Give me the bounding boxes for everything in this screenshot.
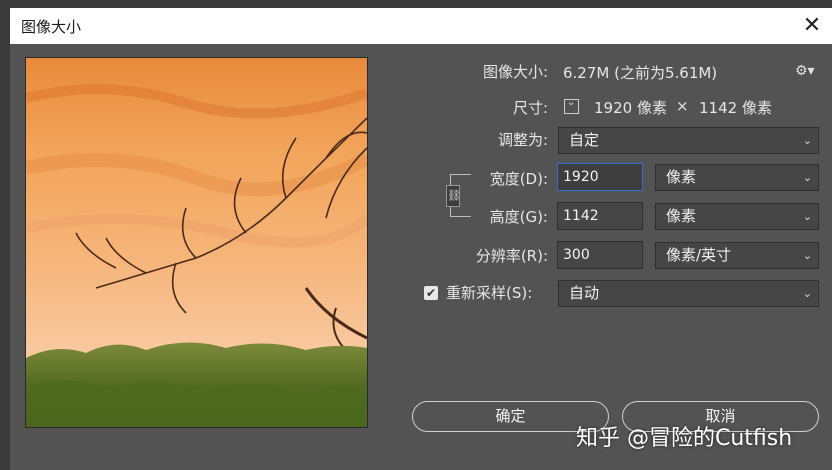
dimensions-height: 1142 像素 <box>699 99 772 117</box>
width-unit-value: 像素 <box>666 168 697 186</box>
height-label: 高度(G): <box>489 208 548 226</box>
chevron-down-icon: ⌄ <box>802 249 812 262</box>
chevron-down-icon: ⌄ <box>802 210 812 223</box>
watermark: 知乎 @冒险的Cutfish <box>576 426 793 451</box>
fit-to-value: 自定 <box>569 131 600 149</box>
width-label: 宽度(D): <box>489 170 548 188</box>
preview-image <box>26 58 367 427</box>
resample-select[interactable]: 自动 ⌄ <box>558 280 819 307</box>
resolution-label: 分辨率(R): <box>475 247 548 265</box>
resample-label: 重新采样(S): <box>446 284 533 302</box>
width-unit-select[interactable]: 像素 ⌄ <box>655 164 819 191</box>
fit-to-select[interactable]: 自定 ⌄ <box>558 127 819 154</box>
height-unit-value: 像素 <box>666 207 697 225</box>
width-input[interactable]: 1920 <box>557 163 643 191</box>
chevron-down-icon: ⌄ <box>802 134 812 147</box>
fit-to-label: 调整为: <box>497 131 548 149</box>
image-size-dialog: 图像大小 ✕ 图像大小: 6.27M (之前为5.61M) ⚙▾ 尺寸: ⌄ 1… <box>10 8 832 470</box>
gear-icon[interactable]: ⚙▾ <box>795 63 815 79</box>
dimensions-label: 尺寸: <box>512 99 548 117</box>
resample-checkbox[interactable]: ✔ <box>424 286 438 300</box>
link-icon[interactable]: ⛓ <box>446 185 461 207</box>
resolution-unit-value: 像素/英寸 <box>666 246 732 264</box>
chevron-down-icon: ⌄ <box>802 287 812 300</box>
image-size-label: 图像大小: <box>482 63 548 81</box>
dimensions-times: × <box>676 97 689 115</box>
resolution-unit-select[interactable]: 像素/英寸 ⌄ <box>655 242 819 269</box>
height-unit-select[interactable]: 像素 ⌄ <box>655 203 819 230</box>
resample-value: 自动 <box>569 284 600 302</box>
dialog-title: 图像大小 <box>21 18 82 36</box>
height-input[interactable]: 1142 <box>557 202 643 230</box>
resolution-input[interactable]: 300 <box>557 241 643 269</box>
dimensions-dropdown-toggle[interactable]: ⌄ <box>564 97 579 114</box>
image-preview[interactable] <box>25 57 368 428</box>
image-size-value: 6.27M (之前为5.61M) <box>563 64 718 82</box>
close-icon[interactable]: ✕ <box>798 12 826 40</box>
title-bar: 图像大小 ✕ <box>10 8 832 44</box>
chevron-down-icon: ⌄ <box>802 171 812 184</box>
dimensions-width: 1920 像素 <box>594 99 667 117</box>
